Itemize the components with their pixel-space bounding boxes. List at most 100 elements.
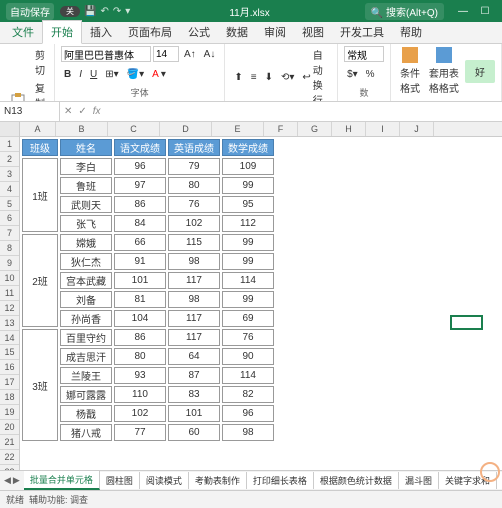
wrap-text-button[interactable]: ↩自动换行: [299, 46, 331, 102]
currency-icon[interactable]: $▾: [344, 68, 361, 81]
col-header[interactable]: A: [20, 122, 56, 136]
tab-dev[interactable]: 开发工具: [332, 21, 392, 43]
fx-icon[interactable]: fx: [93, 106, 101, 117]
tab-data[interactable]: 数据: [218, 21, 256, 43]
cell-style-good[interactable]: 好: [465, 60, 495, 83]
row-header[interactable]: 10: [0, 271, 19, 286]
row-header[interactable]: 11: [0, 286, 19, 301]
col-header[interactable]: D: [160, 122, 212, 136]
ribbon: 剪切 复制 格式刷 剪贴板 A↑ A↓ B I U ⊞▾ 🪣▾ A▾ 字体 ⬆ …: [0, 44, 502, 102]
col-header[interactable]: B: [56, 122, 108, 136]
row-header[interactable]: 22: [0, 450, 19, 465]
row-header[interactable]: 6: [0, 211, 19, 226]
dropdown-icon[interactable]: ▾: [125, 6, 130, 17]
row-header[interactable]: 21: [0, 435, 19, 450]
number-format-select[interactable]: [344, 46, 384, 62]
search-box[interactable]: 🔍 搜索(Alt+Q): [365, 3, 444, 20]
group-font: A↑ A↓ B I U ⊞▾ 🪣▾ A▾ 字体: [55, 44, 225, 101]
autosave-label: 自动保存: [6, 3, 54, 20]
name-box[interactable]: N13: [0, 102, 60, 121]
font-size-input[interactable]: [153, 46, 179, 62]
col-header[interactable]: I: [366, 122, 400, 136]
percent-icon[interactable]: %: [363, 68, 378, 81]
font-name-input[interactable]: [61, 46, 151, 62]
table-format-button[interactable]: 套用表格格式: [426, 46, 463, 96]
cut-button[interactable]: 剪切: [32, 46, 48, 78]
row-header[interactable]: 2: [0, 152, 19, 167]
col-header[interactable]: F: [264, 122, 298, 136]
sheet-tab[interactable]: 打印细长表格: [247, 472, 314, 489]
tab-view[interactable]: 视图: [294, 21, 332, 43]
align-middle-icon[interactable]: ≡: [248, 71, 260, 84]
col-header[interactable]: H: [332, 122, 366, 136]
decrease-font-icon[interactable]: A↓: [201, 48, 219, 61]
row-header[interactable]: 20: [0, 420, 19, 435]
col-header[interactable]: J: [400, 122, 434, 136]
tab-file[interactable]: 文件: [4, 21, 42, 43]
row-header[interactable]: 12: [0, 301, 19, 316]
row-header[interactable]: 17: [0, 375, 19, 390]
sheet-tab[interactable]: 考勤表制作: [189, 472, 247, 489]
filename: 11月.xlsx: [134, 4, 365, 19]
nav-prev-icon[interactable]: ▶: [13, 475, 20, 486]
italic-button[interactable]: I: [76, 68, 85, 81]
cancel-icon[interactable]: ✕: [64, 106, 72, 117]
group-number: $▾ % 数: [338, 44, 391, 101]
row-header[interactable]: 18: [0, 390, 19, 405]
row-header[interactable]: 5: [0, 197, 19, 212]
enter-icon[interactable]: ✓: [78, 106, 86, 117]
undo-icon[interactable]: ↶: [100, 6, 108, 17]
font-color-button[interactable]: A▾: [149, 68, 169, 81]
align-top-icon[interactable]: ⬆: [231, 71, 245, 84]
sheet-tab[interactable]: 批量合并单元格: [24, 471, 100, 490]
tab-home[interactable]: 开始: [42, 20, 82, 44]
underline-button[interactable]: U: [87, 68, 100, 81]
tab-help[interactable]: 帮助: [392, 21, 430, 43]
bold-button[interactable]: B: [61, 68, 74, 81]
grid: 1234567891011121314151617181920212223 AB…: [0, 122, 502, 470]
paste-button[interactable]: [6, 91, 30, 103]
clipboard-icon: [9, 92, 27, 103]
row-header[interactable]: 15: [0, 345, 19, 360]
row-header[interactable]: 23: [0, 465, 19, 470]
col-header[interactable]: G: [298, 122, 332, 136]
sheet-tab[interactable]: 根据颜色统计数据: [314, 472, 399, 489]
redo-icon[interactable]: ↷: [113, 6, 121, 17]
row-header[interactable]: 7: [0, 226, 19, 241]
fill-color-button[interactable]: 🪣▾: [124, 68, 147, 81]
minimize-button[interactable]: —: [452, 6, 474, 17]
orientation-icon[interactable]: ⟲▾: [278, 71, 297, 84]
row-header[interactable]: 13: [0, 316, 19, 331]
copy-button[interactable]: 复制: [32, 79, 48, 102]
conditional-format-button[interactable]: 条件格式: [397, 46, 424, 96]
sheet-tab[interactable]: 漏斗图: [399, 472, 439, 489]
select-all[interactable]: [0, 122, 19, 137]
col-header[interactable]: E: [212, 122, 264, 136]
row-header[interactable]: 16: [0, 360, 19, 375]
tab-formulas[interactable]: 公式: [180, 21, 218, 43]
table-icon: [436, 47, 452, 63]
sheet-tabs: ◀▶ 批量合并单元格圆柱图阅读模式考勤表制作打印细长表格根据颜色统计数据漏斗图关…: [0, 470, 502, 490]
sheet-tab[interactable]: 圆柱图: [100, 472, 140, 489]
row-header[interactable]: 9: [0, 256, 19, 271]
autosave-toggle[interactable]: 关: [60, 6, 80, 17]
tab-insert[interactable]: 插入: [82, 21, 120, 43]
row-header[interactable]: 1: [0, 137, 19, 152]
border-button[interactable]: ⊞▾: [102, 68, 121, 81]
group-clipboard: 剪切 复制 格式刷 剪贴板: [0, 44, 55, 101]
save-icon[interactable]: 💾: [84, 6, 96, 17]
tab-review[interactable]: 审阅: [256, 21, 294, 43]
tab-layout[interactable]: 页面布局: [120, 21, 180, 43]
col-header[interactable]: C: [108, 122, 160, 136]
row-header[interactable]: 3: [0, 167, 19, 182]
sheet-tab[interactable]: 阅读模式: [140, 472, 189, 489]
maximize-button[interactable]: ☐: [474, 6, 496, 17]
increase-font-icon[interactable]: A↑: [181, 48, 199, 61]
group-align: ⬆ ≡ ⬇ ⟲▾ ↩自动换行 ≡ ≡ ≡ ⇤⇥ ⊟合并后居中▾ 对齐方式: [225, 44, 338, 101]
row-header[interactable]: 19: [0, 405, 19, 420]
row-header[interactable]: 4: [0, 182, 19, 197]
align-bottom-icon[interactable]: ⬇: [262, 71, 276, 84]
row-header[interactable]: 14: [0, 331, 19, 346]
nav-first-icon[interactable]: ◀: [4, 475, 11, 486]
row-header[interactable]: 8: [0, 241, 19, 256]
